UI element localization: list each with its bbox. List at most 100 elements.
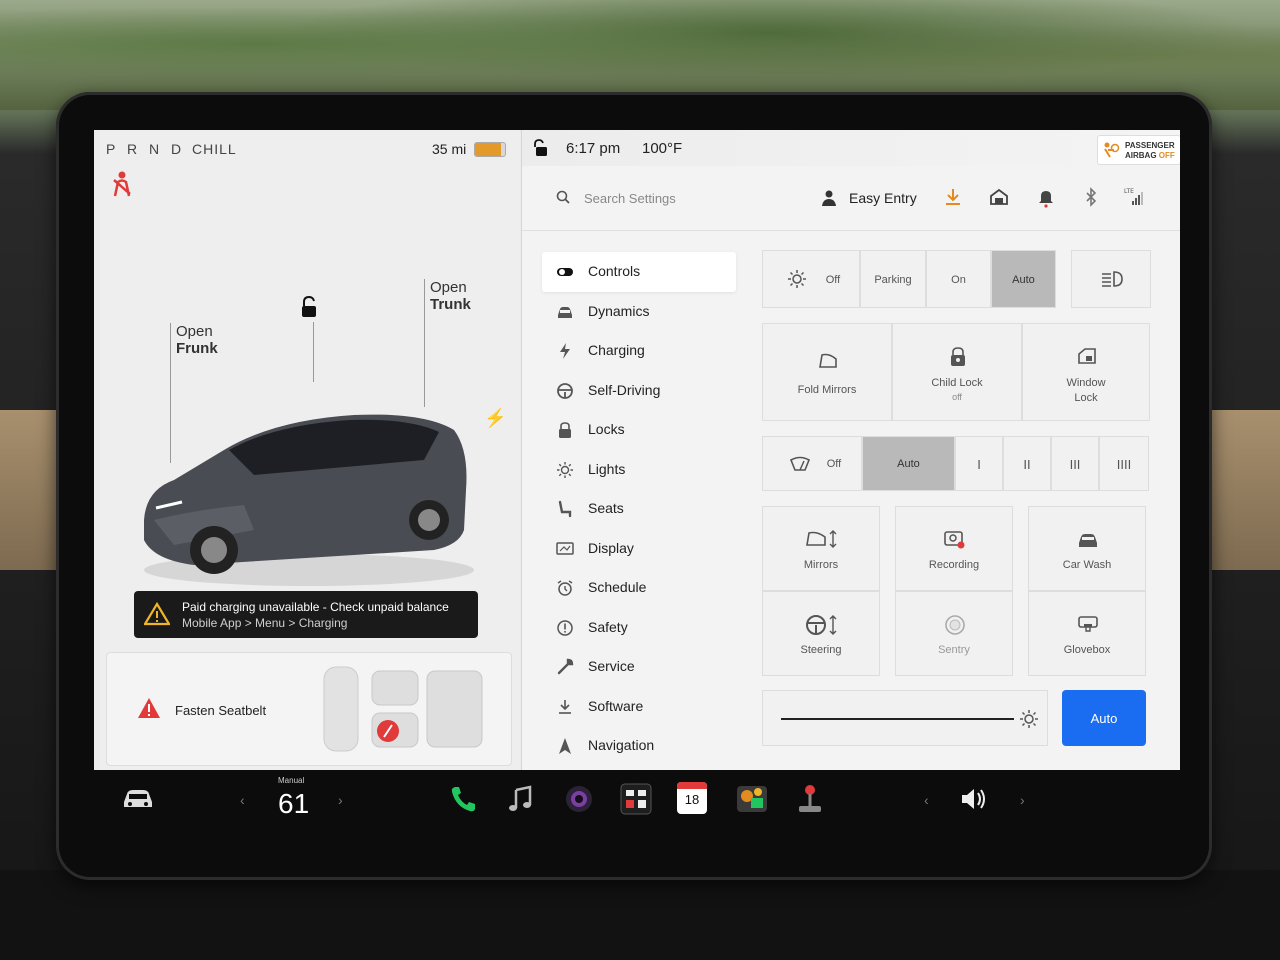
- range-readout: 35 mi: [432, 141, 467, 157]
- open-frunk-button[interactable]: Open Frunk: [176, 323, 218, 357]
- unlocked-padlock-icon[interactable]: [532, 139, 548, 157]
- steering-adjust-button[interactable]: Steering: [762, 591, 880, 676]
- recording-button[interactable]: Recording: [895, 506, 1013, 591]
- fold-mirrors-button[interactable]: Fold Mirrors: [762, 323, 892, 421]
- menu-item-schedule[interactable]: Schedule: [542, 568, 736, 608]
- wipers-speed-1-label: I: [977, 457, 981, 472]
- high-beam-button[interactable]: [1071, 250, 1151, 308]
- warning-triangle-icon: [144, 602, 170, 626]
- notification-bell-icon[interactable]: [1035, 186, 1057, 208]
- child-lock-icon: [951, 347, 965, 366]
- search-icon[interactable]: [556, 190, 570, 204]
- child-lock-button[interactable]: Child Lock off: [892, 323, 1022, 421]
- red-warning-icon: [138, 698, 160, 718]
- volume-chevron-left-icon[interactable]: ‹: [924, 792, 929, 808]
- menu-item-self-driving[interactable]: Self-Driving: [542, 371, 736, 411]
- sentry-label: Sentry: [938, 644, 970, 656]
- calendar-day: 18: [684, 792, 700, 807]
- menu-item-safety[interactable]: Safety: [542, 608, 736, 648]
- lights-parking-button[interactable]: Parking: [860, 250, 926, 308]
- glovebox-icon: [1078, 616, 1098, 632]
- open-trunk-button[interactable]: Open Trunk: [430, 279, 471, 313]
- menu-item-label: Navigation: [588, 737, 655, 753]
- menu-item-label: Software: [588, 697, 644, 714]
- airbag-line1: PASSENGER: [1125, 141, 1175, 150]
- open-trunk-label-2: Trunk: [430, 296, 471, 313]
- window-lock-icon: [1078, 348, 1096, 364]
- wipers-speed-2-label: II: [1023, 457, 1031, 472]
- lights-on-label: On: [951, 274, 966, 286]
- menu-item-dynamics[interactable]: Dynamics: [542, 292, 736, 332]
- car-icon[interactable]: [122, 786, 154, 810]
- chevron-right-icon[interactable]: ›: [338, 792, 343, 808]
- mirrors-adjust-button[interactable]: Mirrors: [762, 506, 880, 591]
- menu-item-locks[interactable]: Locks: [542, 410, 736, 450]
- calendar-icon[interactable]: 18: [677, 782, 707, 814]
- calendar-header: [677, 782, 707, 789]
- airbag-state: OFF: [1158, 151, 1175, 160]
- driver-profile-name[interactable]: Easy Entry: [849, 190, 917, 206]
- window-lock-button[interactable]: Window Lock: [1022, 323, 1150, 421]
- battery-fill: [475, 143, 501, 156]
- passenger-airbag-indicator: PASSENGER AIRBAG OFF: [1097, 135, 1180, 165]
- wipers-off-button[interactable]: Off: [762, 436, 862, 491]
- auto-high-beam-icon: [1102, 271, 1123, 287]
- clock: 6:17 pm: [566, 140, 621, 157]
- lights-off-button[interactable]: Off: [762, 250, 860, 308]
- sentry-mode-icon: [945, 615, 965, 635]
- menu-item-display[interactable]: Display: [542, 529, 736, 569]
- camera-icon[interactable]: [562, 782, 596, 816]
- charge-port-bolt-icon[interactable]: ⚡: [484, 408, 506, 429]
- unlock-car-icon[interactable]: [300, 296, 318, 318]
- joystick-arcade-icon[interactable]: [793, 782, 827, 816]
- lights-on-button[interactable]: On: [926, 250, 991, 308]
- open-frunk-label-1: Open: [176, 323, 213, 340]
- menu-item-lights[interactable]: Lights: [542, 450, 736, 490]
- chevron-left-icon[interactable]: ‹: [240, 792, 245, 808]
- bolt-icon: [560, 343, 570, 359]
- brightness-slider[interactable]: [762, 690, 1048, 746]
- homelink-garage-icon[interactable]: [988, 186, 1010, 208]
- menu-item-seats[interactable]: Seats: [542, 489, 736, 529]
- volume-speaker-icon[interactable]: [956, 782, 990, 816]
- wipers-speed-2-button[interactable]: II: [1003, 436, 1051, 491]
- seat-icon: [558, 500, 572, 518]
- brightness-slider-track[interactable]: [781, 718, 1014, 720]
- sentry-button[interactable]: Sentry: [895, 591, 1013, 676]
- sun-icon: [557, 461, 573, 478]
- bluetooth-icon[interactable]: [1080, 186, 1102, 208]
- profile-icon[interactable]: [822, 190, 836, 206]
- menu-item-controls[interactable]: Controls: [542, 252, 736, 292]
- wipers-speed-3-button[interactable]: III: [1051, 436, 1099, 491]
- menu-item-label: Locks: [588, 421, 625, 437]
- wipers-auto-button[interactable]: Auto: [862, 436, 955, 491]
- wipers-speed-4-button[interactable]: IIII: [1099, 436, 1149, 491]
- search-input[interactable]: [582, 186, 806, 210]
- lights-auto-button[interactable]: Auto: [991, 250, 1056, 308]
- climate-temperature[interactable]: 61: [278, 788, 309, 820]
- charging-alert-banner[interactable]: Paid charging unavailable - Check unpaid…: [134, 591, 478, 638]
- menu-item-label: Charging: [588, 342, 645, 358]
- software-update-download-icon[interactable]: [942, 186, 964, 208]
- lte-signal-icon: LTE: [1124, 188, 1143, 205]
- car-wash-label: Car Wash: [1062, 559, 1112, 571]
- games-app-icon[interactable]: [735, 782, 769, 816]
- car-status-panel: P R N D CHILL 35 mi Open Frunk Open Trun…: [94, 130, 520, 770]
- menu-item-label: Controls: [588, 263, 641, 279]
- toybox-app-icon[interactable]: [619, 782, 653, 816]
- outside-temperature: 100°F: [642, 140, 683, 157]
- menu-item-charging[interactable]: Charging: [542, 331, 736, 371]
- menu-item-navigation[interactable]: Navigation: [542, 726, 736, 766]
- car-icon: [558, 306, 572, 318]
- volume-chevron-right-icon[interactable]: ›: [1020, 792, 1025, 808]
- menu-item-service[interactable]: Service: [542, 647, 736, 687]
- glovebox-button[interactable]: Glovebox: [1028, 591, 1146, 676]
- phone-icon[interactable]: [446, 782, 480, 816]
- wipers-speed-1-button[interactable]: I: [955, 436, 1003, 491]
- menu-item-label: Schedule: [588, 579, 647, 595]
- taskbar: ‹ Manual 61 › 18 ‹ ›: [94, 770, 1180, 832]
- menu-item-software[interactable]: Software: [542, 687, 736, 727]
- brightness-auto-button[interactable]: Auto: [1062, 690, 1146, 746]
- car-wash-button[interactable]: Car Wash: [1028, 506, 1146, 591]
- music-note-icon[interactable]: [504, 782, 538, 816]
